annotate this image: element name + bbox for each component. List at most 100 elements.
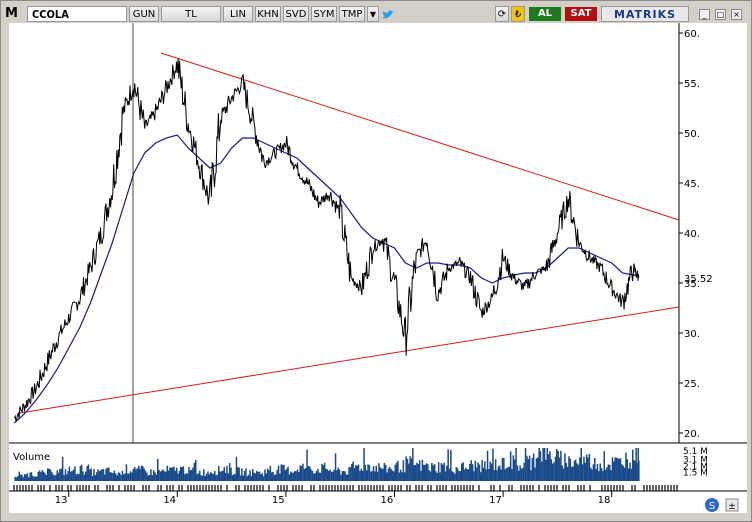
volume-bar [253, 472, 255, 481]
sell-button[interactable]: SAT [565, 7, 597, 21]
volume-bar [173, 466, 175, 481]
currency-button[interactable]: TL [161, 6, 221, 22]
volume-bar [170, 467, 172, 481]
menu-button[interactable]: M [5, 6, 25, 22]
volume-bar [406, 458, 409, 481]
volume-bar [455, 467, 458, 481]
volume-bar [503, 458, 505, 481]
volume-bar [226, 465, 228, 481]
volume-bar [333, 469, 335, 481]
volume-bar [275, 474, 277, 481]
dropdown-arrow-icon[interactable]: ▼ [367, 6, 379, 22]
chart-area[interactable]: 60. 55. 50. 45. 40. 35. 30. 25. 20. 35.52 Volume… [9, 23, 747, 513]
close-icon[interactable]: × [731, 9, 742, 20]
volume-bar [389, 466, 391, 481]
volume-bar [501, 458, 504, 481]
khn-button[interactable]: KHN [255, 6, 281, 22]
volume-bar [595, 469, 597, 481]
y-tick-label: 45. [684, 179, 700, 190]
volume-bar [78, 474, 80, 481]
volume-bar [231, 475, 234, 481]
volume-bar [391, 470, 394, 481]
volume-bar [279, 473, 281, 481]
volume-bar [596, 463, 599, 481]
volume-bar [467, 469, 470, 481]
volume-bar [621, 464, 623, 481]
minimize-icon[interactable]: _ [699, 9, 710, 20]
volume-bar [106, 467, 109, 481]
twitter-icon[interactable] [381, 7, 395, 21]
volume-bar [192, 467, 194, 481]
volume-bar [564, 453, 566, 481]
volume-bar [569, 458, 572, 481]
volume-bar [393, 471, 395, 481]
svg-text:±: ± [728, 502, 736, 512]
volume-bar [277, 465, 280, 481]
volume-bar [342, 471, 345, 481]
volume-bar [378, 463, 380, 481]
buy-button[interactable]: AL [529, 7, 561, 21]
volume-bar [613, 461, 615, 481]
volume-bar [431, 462, 433, 481]
volume-bar [265, 473, 267, 481]
volume-bar [74, 466, 76, 481]
volume-bar [459, 471, 462, 481]
volume-bar [417, 464, 420, 481]
volume-bar [214, 471, 216, 481]
volume-bar [370, 471, 372, 481]
volume-bar [462, 462, 464, 481]
volume-bar [461, 463, 463, 481]
volume-bar [394, 464, 396, 481]
volume-bar [463, 469, 466, 481]
volume-bar [387, 468, 390, 481]
volume-bar [606, 467, 608, 481]
volume-bar [299, 465, 301, 481]
alarm-icon[interactable]: ₺ [511, 6, 525, 22]
volume-bar [379, 467, 382, 481]
svd-button[interactable]: SVD [283, 6, 309, 22]
volume-bar [319, 472, 322, 481]
volume-bar [154, 472, 156, 481]
volume-bar [64, 469, 67, 481]
volume-bar [63, 474, 65, 481]
volume-bar [41, 469, 44, 481]
volume-bar [565, 463, 567, 481]
volume-bar [590, 467, 592, 481]
volume-bar [508, 466, 510, 481]
volume-bar [109, 472, 111, 481]
period-button[interactable]: GUN [129, 6, 159, 22]
volume-bar [528, 455, 531, 481]
volume-bar [428, 470, 430, 481]
volume-bar [123, 474, 125, 481]
volume-bar [341, 471, 344, 481]
volume-bar [169, 467, 171, 481]
volume-bar [215, 475, 217, 481]
volume-bar [513, 459, 516, 481]
volume-bar [359, 470, 361, 481]
settings-icon[interactable]: S [705, 498, 719, 512]
symbol-field[interactable]: CCOLA [27, 6, 127, 22]
volume-bar [176, 467, 178, 481]
volume-bar [512, 455, 515, 481]
price-chart[interactable]: 60.55.50.45.40.35.30.25.20. 35.52 Volume… [9, 23, 747, 513]
refresh-icon[interactable]: ⟳ [495, 6, 509, 22]
volume-bar [440, 463, 443, 481]
volume-bar [340, 474, 342, 481]
template-button[interactable]: TMP [339, 6, 365, 22]
volume-bar [527, 459, 529, 481]
volume-bar [114, 473, 117, 481]
volume-bar [338, 469, 341, 481]
volume-bar [222, 470, 224, 481]
volume-bar [402, 460, 405, 481]
volume-bar [458, 471, 460, 481]
volume-bar [576, 463, 578, 481]
maximize-icon[interactable]: □ [715, 9, 726, 20]
sym-button[interactable]: SYM [311, 6, 337, 22]
volume-bar [190, 469, 193, 481]
volume-bar [566, 466, 569, 481]
x-tick-label: 15 [272, 495, 285, 506]
volume-bar [128, 473, 130, 481]
linear-scale-button[interactable]: LIN [223, 6, 253, 22]
volume-bar [317, 468, 319, 481]
zoom-icon[interactable]: ± [725, 498, 739, 512]
